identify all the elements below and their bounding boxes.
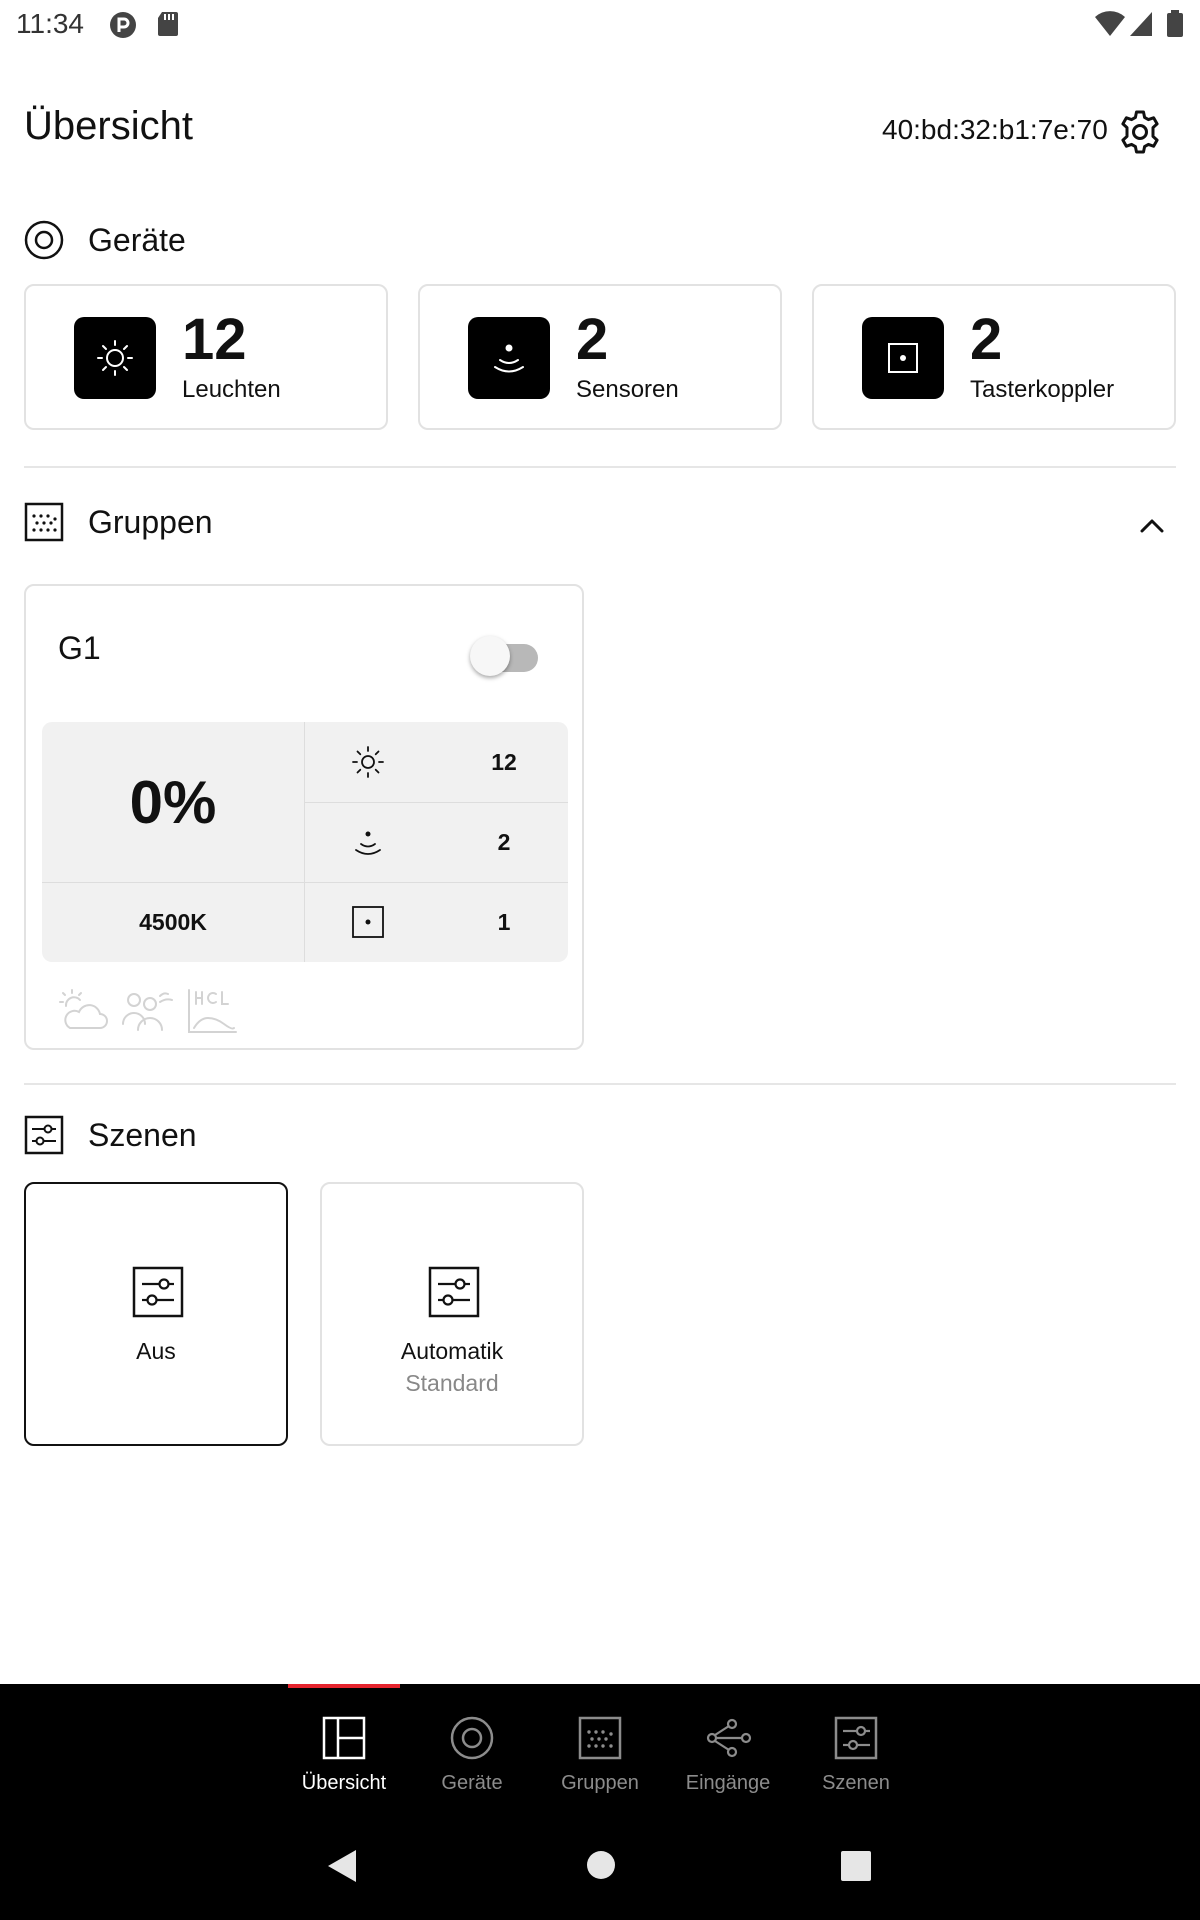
scene-name: Automatik bbox=[400, 1338, 504, 1364]
chevron-up-icon[interactable] bbox=[1136, 510, 1168, 542]
toggle-knob bbox=[470, 636, 510, 676]
bottom-navigation: Übersicht Geräte Gruppen Eingänge Szenen bbox=[0, 1684, 1200, 1920]
groups-section-title: Gruppen bbox=[88, 503, 213, 540]
sensor-icon bbox=[494, 344, 524, 373]
groups-section-header[interactable]: Gruppen bbox=[24, 500, 213, 544]
nav-tab-inputs[interactable]: Eingänge bbox=[664, 1714, 792, 1814]
overview-icon bbox=[322, 1716, 366, 1760]
active-tab-indicator bbox=[288, 1684, 400, 1688]
sun-icon bbox=[97, 340, 133, 376]
sensors-count: 2 bbox=[576, 307, 609, 372]
divider bbox=[24, 466, 1176, 468]
sensors-label: Sensoren bbox=[576, 376, 679, 403]
status-bar: 11:34 bbox=[0, 0, 1200, 50]
sd-card-icon bbox=[158, 12, 178, 36]
back-icon[interactable] bbox=[326, 1848, 358, 1884]
group-luminaires-count: 12 bbox=[491, 748, 517, 775]
luminaires-tile bbox=[74, 317, 156, 399]
group-sensors-count: 2 bbox=[497, 828, 511, 855]
group-brightness: 0% bbox=[129, 768, 217, 836]
push-button-coupler-icon bbox=[888, 343, 918, 373]
cell-signal-icon bbox=[1130, 12, 1152, 36]
push-button-coupler-icon bbox=[352, 906, 384, 938]
devices-section-header: Geräte bbox=[24, 218, 186, 262]
page-title: Übersicht bbox=[24, 104, 193, 148]
device-card-sensors[interactable]: 2 Sensoren bbox=[418, 284, 782, 430]
nav-label: Szenen bbox=[822, 1772, 890, 1794]
scenes-section-header: Szenen bbox=[24, 1113, 197, 1157]
battery-icon bbox=[1167, 10, 1183, 37]
app-notification-icon bbox=[110, 12, 136, 38]
device-id: 40:bd:32:b1:7e:70 bbox=[882, 114, 1108, 145]
daylight-icon bbox=[59, 989, 108, 1029]
devices-icon bbox=[450, 1716, 494, 1760]
status-time: 11:34 bbox=[16, 8, 84, 39]
recents-icon[interactable] bbox=[840, 1850, 872, 1882]
luminaires-label: Leuchten bbox=[182, 376, 281, 403]
group-couplers-row: 1 bbox=[304, 882, 568, 962]
divider bbox=[24, 1083, 1176, 1085]
scenes-icon bbox=[834, 1716, 878, 1760]
nav-tab-groups[interactable]: Gruppen bbox=[536, 1714, 664, 1814]
presence-icon bbox=[122, 992, 173, 1031]
scene-name: Aus bbox=[136, 1338, 176, 1364]
group-power-toggle[interactable] bbox=[470, 634, 546, 678]
scene-subtitle: Standard bbox=[405, 1370, 499, 1396]
group-luminaires-row: 12 bbox=[304, 722, 568, 802]
scene-icon bbox=[132, 1266, 184, 1318]
scene-card-off[interactable]: Aus bbox=[24, 1182, 288, 1446]
groups-icon bbox=[24, 502, 64, 542]
group-couplers-count: 1 bbox=[497, 908, 511, 935]
couplers-count: 2 bbox=[970, 307, 1003, 372]
home-icon[interactable] bbox=[586, 1850, 616, 1880]
sensor-icon bbox=[355, 831, 381, 855]
devices-icon bbox=[24, 220, 64, 260]
nav-tab-devices[interactable]: Geräte bbox=[408, 1714, 536, 1814]
hcl-icon bbox=[188, 989, 237, 1033]
groups-icon bbox=[578, 1716, 622, 1760]
gear-icon[interactable] bbox=[1116, 108, 1164, 156]
scenes-section-title: Szenen bbox=[88, 1116, 197, 1153]
couplers-tile bbox=[862, 317, 944, 399]
wifi-icon bbox=[1095, 11, 1125, 36]
scene-card-automatic[interactable]: Automatik Standard bbox=[320, 1182, 584, 1446]
inputs-icon bbox=[706, 1718, 752, 1758]
device-card-couplers[interactable]: 2 Tasterkoppler bbox=[812, 284, 1176, 430]
device-card-luminaires[interactable]: 12 Leuchten bbox=[24, 284, 388, 430]
sensors-tile bbox=[468, 317, 550, 399]
sun-icon bbox=[352, 746, 384, 778]
scene-icon bbox=[428, 1266, 480, 1318]
devices-section-title: Geräte bbox=[88, 221, 186, 258]
scenes-icon bbox=[24, 1115, 64, 1155]
luminaires-count: 12 bbox=[182, 307, 247, 372]
group-card[interactable]: G1 0% 4500K 12 2 1 bbox=[24, 584, 584, 1050]
couplers-label: Tasterkoppler bbox=[970, 376, 1115, 403]
nav-tab-overview[interactable]: Übersicht bbox=[280, 1714, 408, 1814]
group-name: G1 bbox=[58, 630, 101, 666]
group-color-temperature: 4500K bbox=[139, 908, 207, 935]
group-sensors-row: 2 bbox=[304, 802, 568, 882]
nav-tab-scenes[interactable]: Szenen bbox=[792, 1714, 920, 1814]
group-stats-panel: 0% 4500K 12 2 1 bbox=[42, 722, 568, 962]
